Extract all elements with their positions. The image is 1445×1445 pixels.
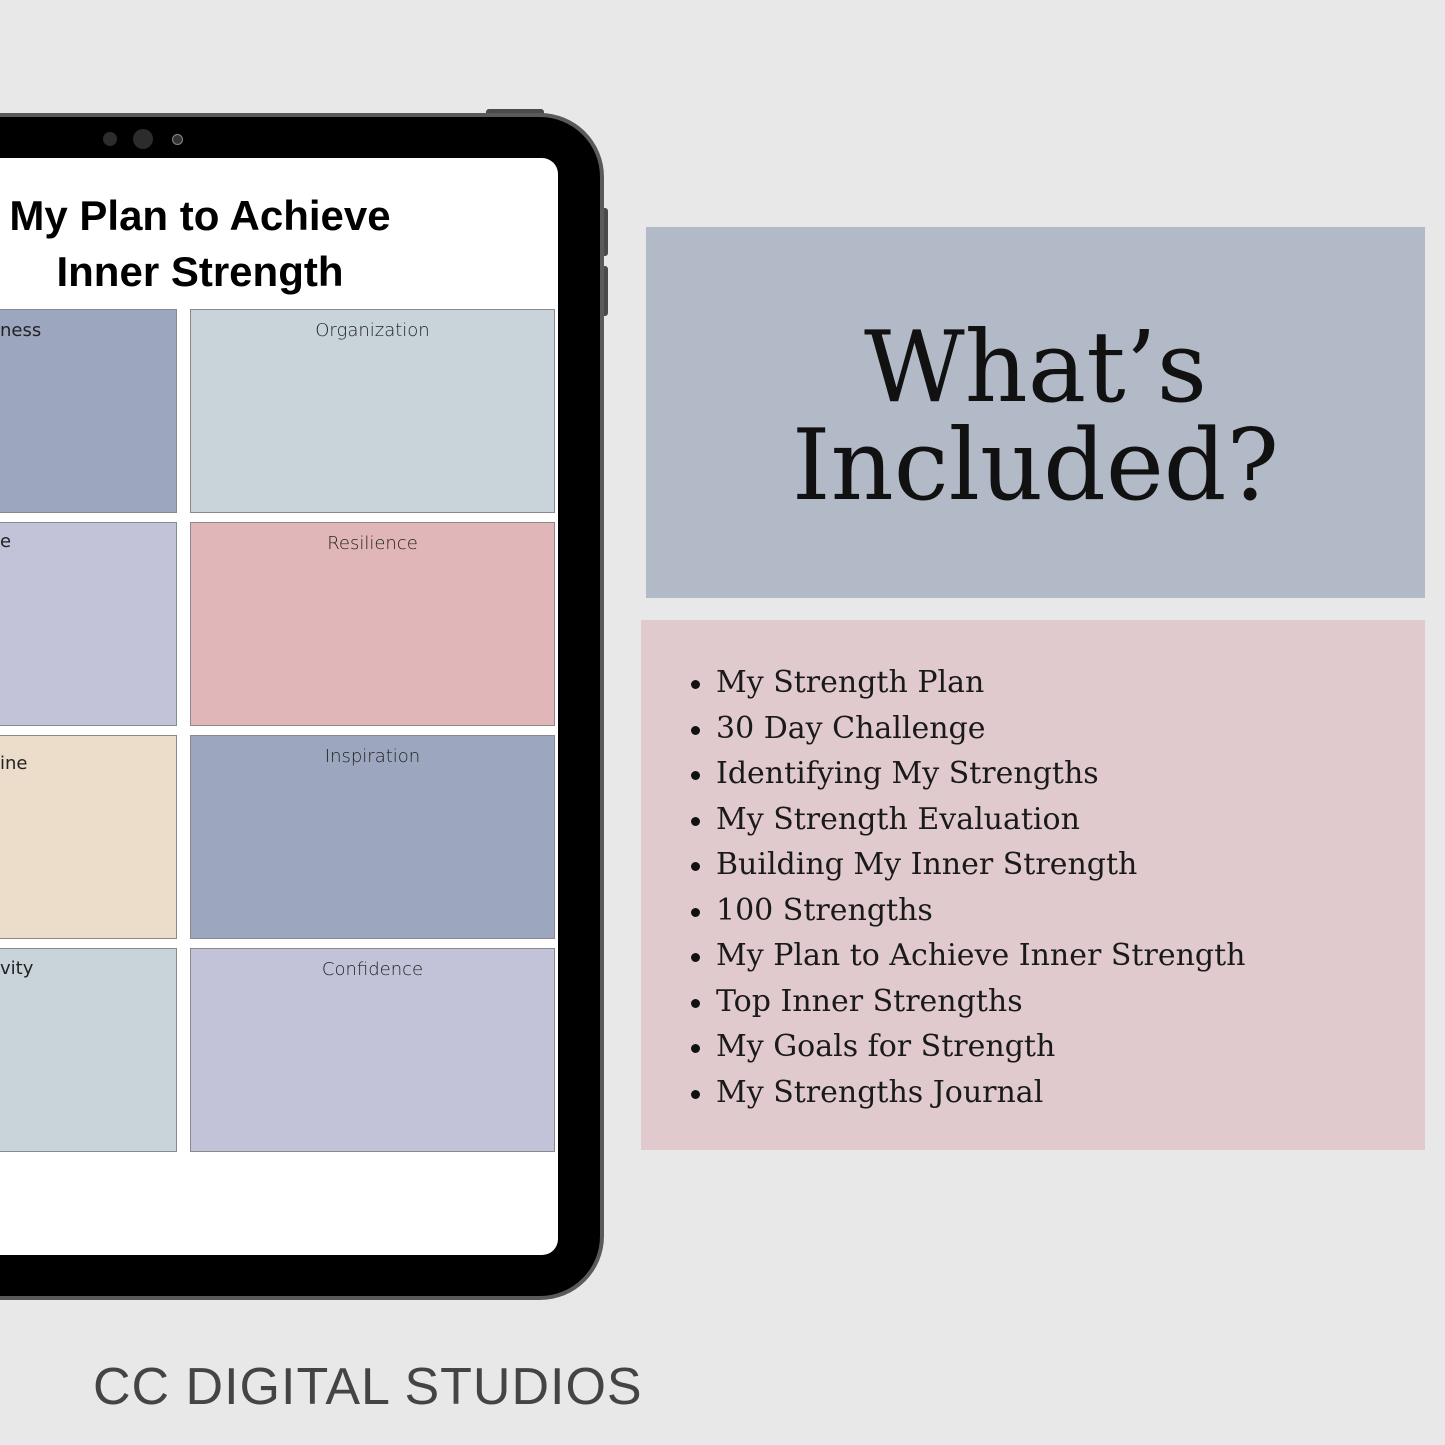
box-label: Organization [315,320,430,341]
camera-dot-icon [172,134,183,145]
heading-line-1: What’s [863,311,1208,425]
box-label-fragment: e [0,531,12,552]
strength-box-organization[interactable]: Organization [190,309,555,513]
camera-sensor-icon [103,132,117,146]
list-item: Top Inner Strengths [690,979,1245,1025]
list-item: My Strength Evaluation [690,797,1245,843]
strength-box-resilience[interactable]: Resilience [190,522,555,726]
heading-line-2: Included? [791,409,1280,523]
strength-box-confidence[interactable]: Confidence [190,948,555,1152]
list-item: My Strength Plan [690,660,1245,706]
list-item: 100 Strengths [690,888,1245,934]
box-label-fragment: ine [0,753,28,774]
included-list: My Strength Plan 30 Day Challenge Identi… [690,660,1245,1116]
list-item: Building My Inner Strength [690,842,1245,888]
whats-included-heading: What’s Included? [646,227,1425,598]
camera-lens-icon [133,129,153,149]
brand-footer: CC DIGITAL STUDIOS [93,1358,643,1416]
box-label-fragment: ness [0,320,42,341]
title-line-2: Inner Strength [56,248,344,295]
list-item: Identifying My Strengths [690,751,1245,797]
box-label: Resilience [327,533,418,554]
tablet-screen: My Plan to Achieve Inner Strength ness e… [0,158,558,1255]
list-item: My Strengths Journal [690,1070,1245,1116]
box-label-fragment: vity [0,958,34,979]
list-item: My Plan to Achieve Inner Strength [690,933,1245,979]
list-item: My Goals for Strength [690,1024,1245,1070]
strength-box-left-2[interactable] [0,522,177,726]
included-list-panel: My Strength Plan 30 Day Challenge Identi… [641,620,1425,1150]
title-line-1: My Plan to Achieve [9,192,391,239]
box-label: Inspiration [324,746,421,767]
box-label: Confidence [321,959,424,980]
strength-box-inspiration[interactable]: Inspiration [190,735,555,939]
list-item: 30 Day Challenge [690,706,1245,752]
page-title: My Plan to Achieve Inner Strength [0,188,400,300]
